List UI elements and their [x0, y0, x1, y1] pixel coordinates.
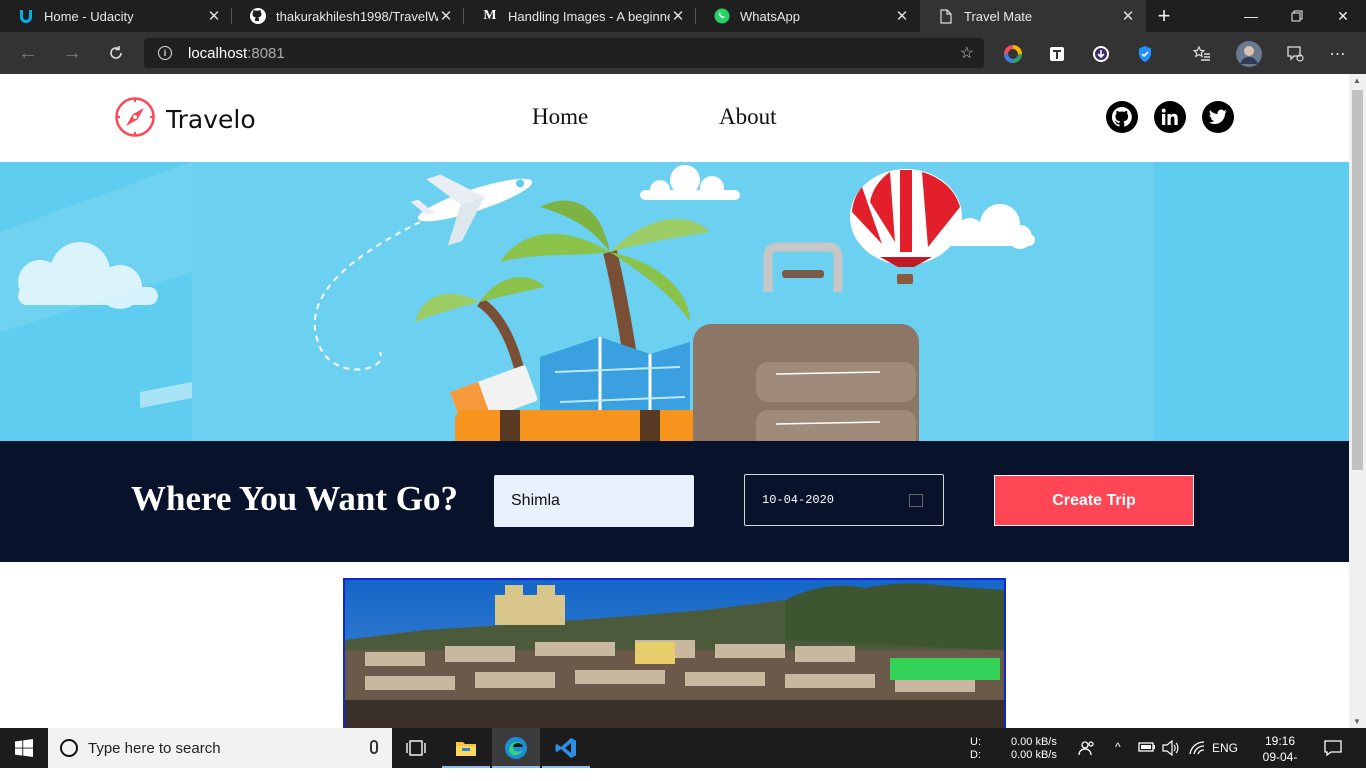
tab-travel-mate[interactable]: Travel Mate ✕ [920, 0, 1146, 32]
linkedin-icon[interactable] [1154, 101, 1186, 133]
calendar-icon[interactable] [909, 494, 923, 507]
hero-banner [0, 162, 1349, 441]
taskbar-search-box[interactable]: Type here to search [48, 728, 392, 768]
tab-medium[interactable]: M Handling Images - A beginner ✕ [464, 0, 696, 32]
tab-title: Travel Mate [964, 8, 1033, 24]
search-heading: Where You Want Go? [131, 479, 459, 518]
date-value: 10-04-2020 [762, 493, 835, 507]
clock[interactable]: 19:16 09-04-2020 [1250, 733, 1310, 781]
wifi-icon[interactable] [1188, 740, 1206, 759]
page-icon [938, 8, 954, 24]
medium-icon: M [483, 8, 497, 23]
favorites-list-icon[interactable] [1192, 44, 1212, 64]
whatsapp-icon [714, 8, 730, 24]
minimize-icon[interactable]: — [1228, 0, 1274, 32]
tab-title: WhatsApp [740, 8, 800, 24]
show-hidden-icons-icon[interactable]: ^ [1115, 740, 1121, 754]
url-host: localhost [188, 44, 248, 62]
back-arrow-icon[interactable]: ← [14, 40, 42, 66]
new-tab-button[interactable]: + [1146, 0, 1182, 32]
browser-toolbar: ← → i localhost:8081 ☆ ⋯ [0, 32, 1366, 74]
more-options-icon[interactable]: ⋯ [1328, 44, 1348, 64]
site-header: Travelo Home About [0, 74, 1349, 162]
site-info-icon[interactable]: i [158, 46, 172, 60]
edge-browser-icon[interactable] [492, 728, 540, 768]
download-extension-icon[interactable] [1091, 44, 1111, 64]
scroll-down-icon[interactable]: ▼ [1353, 717, 1361, 726]
windows-start-icon[interactable] [0, 728, 48, 768]
input-language[interactable]: ENG [1212, 741, 1238, 755]
scroll-up-icon[interactable]: ▲ [1353, 76, 1361, 85]
forward-arrow-icon[interactable]: → [58, 40, 86, 66]
microphone-icon[interactable] [370, 740, 378, 754]
feedback-icon[interactable] [1285, 44, 1305, 64]
create-trip-button[interactable]: Create Trip [994, 475, 1194, 526]
avatar[interactable] [1236, 41, 1262, 67]
close-tab-icon[interactable]: ✕ [670, 7, 686, 25]
close-tab-icon[interactable]: ✕ [206, 7, 222, 25]
search-icon [60, 739, 78, 757]
url-port: :8081 [247, 44, 285, 62]
refresh-icon[interactable] [102, 40, 130, 66]
scrollbar-thumb[interactable] [1352, 90, 1363, 470]
download-speed: 0.00 kB/s [1011, 749, 1057, 761]
network-speed-values: 0.00 kB/s 0.00 kB/s [1011, 736, 1057, 762]
tab-title: Home - Udacity [44, 8, 134, 24]
notifications-icon[interactable] [1324, 739, 1342, 760]
shield-extension-icon[interactable] [1135, 44, 1155, 64]
close-tab-icon[interactable]: ✕ [894, 7, 910, 25]
file-explorer-icon[interactable] [442, 728, 490, 768]
udacity-icon [18, 8, 34, 24]
upload-label: U: [970, 736, 981, 748]
twitter-icon[interactable] [1202, 101, 1234, 133]
trip-search-bar: Where You Want Go? 10-04-2020 Create Tri… [0, 441, 1349, 562]
tab-udacity[interactable]: Home - Udacity ✕ [0, 0, 232, 32]
destination-input[interactable] [494, 475, 694, 527]
text-extension-icon[interactable] [1047, 44, 1067, 64]
battery-icon[interactable] [1138, 740, 1156, 757]
people-icon[interactable] [1078, 739, 1096, 760]
tab-title: thakurakhilesh1998/TravelWeb [276, 8, 438, 24]
task-view-icon[interactable] [392, 728, 440, 768]
close-window-icon[interactable]: ✕ [1320, 0, 1366, 32]
address-url: localhost:8081 [188, 45, 285, 62]
web-page: Travelo Home About Where You Want Go? Sh… [0, 74, 1349, 728]
search-placeholder: Type here to search [88, 739, 221, 757]
close-tab-icon[interactable]: ✕ [1120, 7, 1136, 25]
city-photo [345, 580, 1004, 728]
destination-image [343, 578, 1006, 728]
clock-time: 19:16 [1264, 734, 1296, 748]
github-icon[interactable] [1106, 101, 1138, 133]
download-label: D: [970, 749, 981, 761]
travel-illustration [0, 162, 1349, 441]
address-bar[interactable]: i localhost:8081 ☆ [144, 38, 984, 68]
tab-github[interactable]: thakurakhilesh1998/TravelWeb ✕ [232, 0, 464, 32]
color-wheel-extension-icon[interactable] [1003, 44, 1023, 64]
upload-speed: 0.00 kB/s [1011, 736, 1057, 748]
vscode-icon[interactable] [542, 728, 590, 768]
network-speed-labels: U: D: [970, 736, 981, 762]
volume-icon[interactable] [1162, 739, 1180, 759]
brand-name: Travelo [166, 105, 256, 134]
orange-suitcase [455, 410, 717, 441]
compass-icon [114, 96, 156, 143]
github-icon [250, 8, 266, 24]
browser-tab-bar: Home - Udacity ✕ thakurakhilesh1998/Trav… [0, 0, 1366, 32]
site-logo[interactable]: Travelo [114, 96, 256, 143]
windows-taskbar: Type here to search U: D: 0.00 kB/s 0.00… [0, 728, 1366, 780]
favorite-star-icon[interactable]: ☆ [960, 43, 974, 63]
nav-about-link[interactable]: About [719, 104, 777, 130]
tab-whatsapp[interactable]: WhatsApp ✕ [696, 0, 920, 32]
tab-title: Handling Images - A beginner [508, 8, 670, 24]
maximize-icon[interactable] [1274, 0, 1320, 32]
date-input[interactable]: 10-04-2020 [744, 474, 944, 526]
nav-home-link[interactable]: Home [532, 104, 588, 130]
clock-date: 09-04-2020 [1262, 750, 1298, 780]
page-scrollbar[interactable]: ▲ ▼ [1349, 74, 1366, 728]
close-tab-icon[interactable]: ✕ [438, 7, 454, 25]
